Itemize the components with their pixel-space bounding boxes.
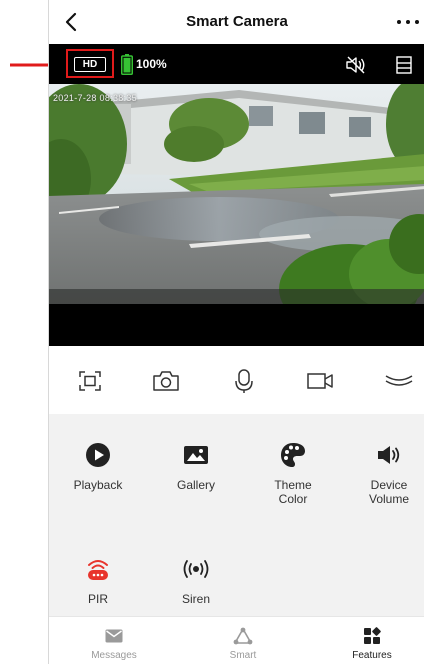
feature-label: Device Volume — [368, 478, 410, 506]
feature-label: PIR — [87, 592, 108, 606]
menu-icon — [396, 56, 412, 74]
more-horizontal-icon — [397, 20, 419, 24]
app-screen: Smart Camera HD 100% 2021-7-28 08:38:35 … — [48, 0, 424, 664]
snapshot-button[interactable] — [152, 368, 180, 394]
nav-label: Smart — [229, 650, 257, 661]
feature-pir[interactable]: PIR — [58, 556, 138, 606]
nav-item-features[interactable]: Features — [312, 617, 424, 664]
nav-item-messages[interactable]: Messages — [54, 617, 174, 664]
pir-sensor-icon — [88, 560, 108, 580]
nav-label: Features — [352, 650, 392, 661]
collapse-chevron-icon — [385, 375, 413, 386]
video-letterbox — [49, 304, 424, 346]
features-panel: Playback Gallery Theme Color Device Volu… — [49, 414, 424, 616]
siren-icon — [183, 560, 209, 578]
speaker-mute-icon — [346, 56, 365, 74]
feature-label: Siren — [181, 592, 210, 606]
screenshot-frame-icon — [79, 371, 101, 391]
feature-label: Playback — [73, 478, 123, 492]
features-grid-icon — [364, 627, 381, 644]
video-frame-image — [49, 84, 424, 304]
feature-label: Gallery — [176, 478, 215, 492]
camera-icon — [153, 371, 179, 391]
live-video-feed[interactable]: 2021-7-28 08:38:35 — [49, 84, 424, 304]
feature-device-volume[interactable]: Device Volume — [349, 442, 424, 506]
top-header: Smart Camera — [49, 0, 424, 44]
video-timestamp: 2021-7-28 08:38:35 — [53, 93, 137, 103]
battery-icon — [121, 54, 133, 75]
page-title: Smart Camera — [186, 13, 288, 30]
video-controls-bar — [49, 346, 424, 414]
smart-icon — [233, 627, 253, 645]
record-button[interactable] — [306, 368, 334, 394]
feature-siren[interactable]: Siren — [156, 556, 236, 606]
bottom-nav: Messages Smart Features — [49, 616, 424, 664]
feature-label: Theme Color — [274, 478, 312, 506]
nav-label: Messages — [91, 650, 137, 661]
feature-gallery[interactable]: Gallery — [156, 442, 236, 492]
battery-level-text: 100% — [136, 57, 167, 71]
screenshot-canvas: Smart Camera HD 100% 2021-7-28 08:38:35 … — [0, 0, 424, 664]
microphone-icon — [235, 369, 253, 393]
hd-highlight-box: HD — [66, 49, 114, 78]
talk-button[interactable] — [230, 368, 258, 394]
speaker-mute-button[interactable] — [345, 55, 367, 75]
playback-icon — [86, 443, 110, 467]
palette-icon — [281, 443, 305, 467]
stream-menu-button[interactable] — [395, 55, 413, 75]
speaker-icon — [378, 446, 400, 464]
nav-item-smart[interactable]: Smart — [183, 617, 303, 664]
messages-icon — [105, 629, 123, 643]
stream-status-bar: HD 100% — [49, 44, 424, 84]
feature-playback[interactable]: Playback — [58, 442, 138, 492]
gallery-icon — [184, 446, 208, 464]
collapse-controls-button[interactable] — [383, 368, 415, 394]
screenshot-button[interactable] — [76, 368, 104, 394]
more-options-button[interactable] — [393, 12, 423, 32]
quality-toggle-button[interactable]: HD — [74, 57, 106, 72]
feature-theme-color[interactable]: Theme Color — [253, 442, 333, 506]
video-record-icon — [307, 373, 333, 389]
